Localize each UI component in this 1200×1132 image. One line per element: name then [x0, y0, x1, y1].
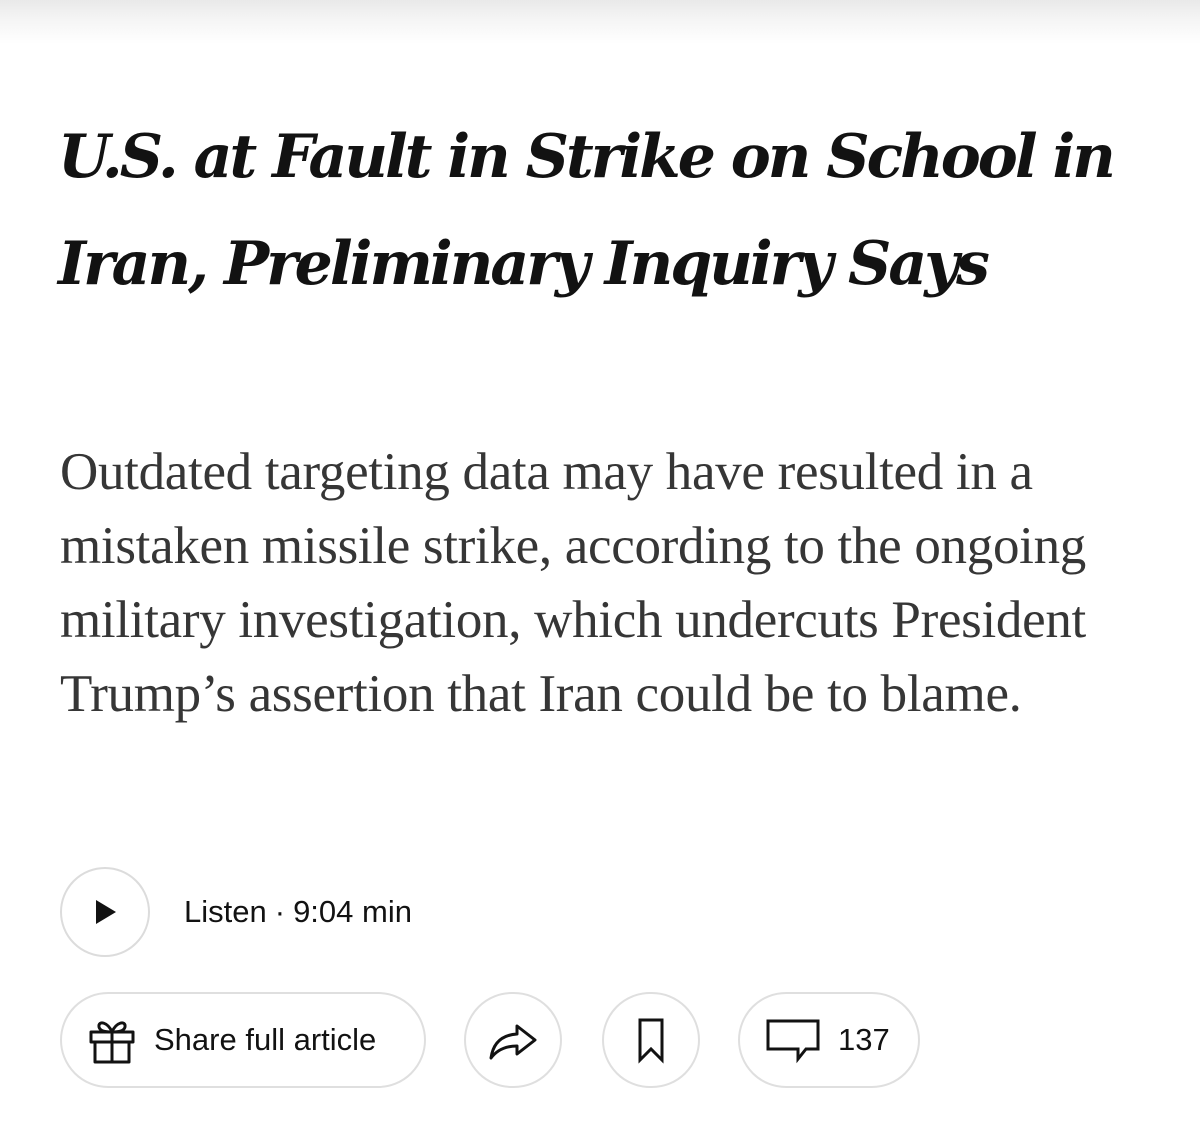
top-bar-shadow [0, 0, 1200, 44]
listen-separator: · [274, 894, 286, 929]
comments-count: 137 [838, 1022, 890, 1057]
listen-label: Listen [184, 894, 267, 929]
article-summary: Outdated targeting data may have resulte… [60, 443, 1086, 723]
share-button[interactable] [464, 992, 562, 1088]
play-button[interactable] [60, 867, 150, 957]
share-full-article-label: Share full article [154, 1022, 377, 1057]
listen-duration: 9:04 min [293, 894, 412, 929]
comments-button[interactable]: 137 [738, 992, 920, 1088]
play-icon [90, 897, 120, 927]
share-arrow-icon [485, 1012, 541, 1068]
listen-row: Listen · 9:04 min [60, 864, 412, 960]
gift-icon [84, 1012, 140, 1068]
bookmark-icon [623, 1012, 679, 1068]
save-button[interactable] [602, 992, 700, 1088]
article-headline: U.S. at Fault in Strike on School in Ira… [58, 122, 1116, 299]
share-full-article-button[interactable]: Share full article [60, 992, 426, 1088]
comment-bubble-icon [764, 1015, 822, 1065]
listen-duration-text: Listen · 9:04 min [184, 894, 412, 930]
